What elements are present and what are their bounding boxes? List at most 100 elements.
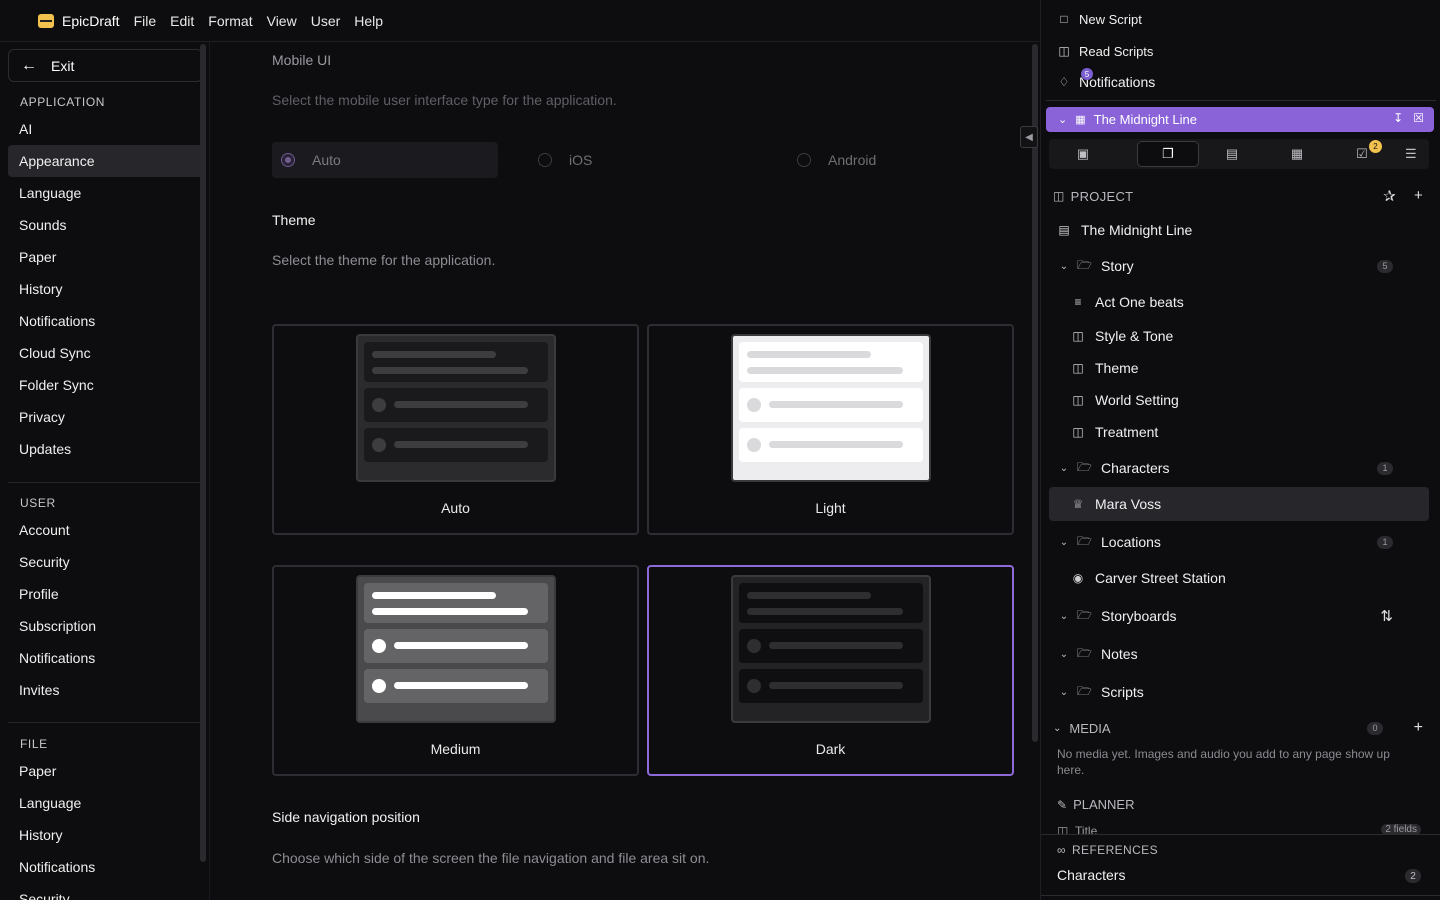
chevron-down-icon[interactable]: ⌄ (1057, 261, 1071, 272)
chevron-down-icon[interactable]: ⌄ (1057, 537, 1071, 548)
tree-item-characters[interactable]: ⌄ 🗁 Characters 1 (1049, 451, 1429, 485)
sliders-icon[interactable]: ☰ (1405, 146, 1417, 162)
app-logo-icon (38, 13, 54, 28)
app-name[interactable]: EpicDraft (62, 13, 120, 29)
notifications-link[interactable]: ♢ 5 Notifications (1057, 68, 1155, 94)
radio-indicator (281, 153, 295, 167)
add-media-icon[interactable]: + (1414, 719, 1423, 737)
sidebar-item-cloud-sync[interactable]: Cloud Sync (8, 337, 203, 369)
sidebar-item-file-notifications[interactable]: Notifications (8, 851, 203, 883)
tree-item-theme[interactable]: ◫ Theme (1049, 351, 1429, 385)
sidebar-item-file-security[interactable]: Security (8, 883, 203, 900)
tab-tasks[interactable]: ☑ 2 (1332, 139, 1392, 169)
sidebar-item-invites[interactable]: Invites (8, 674, 203, 706)
folder-icon: 🗁 (1077, 533, 1092, 548)
radio-auto[interactable]: Auto (272, 142, 498, 178)
theme-title: Theme (272, 212, 316, 228)
sidebar-item-account[interactable]: Account (8, 514, 203, 546)
count-badge: 2 (1405, 869, 1421, 883)
tree-item-style-tone[interactable]: ◫ Style & Tone (1049, 319, 1429, 353)
tab-files[interactable]: ❐ (1137, 141, 1199, 167)
theme-label: Light (815, 500, 846, 516)
chevron-down-icon[interactable]: ⌄ (1057, 649, 1071, 660)
tree-item-act-one-beats[interactable]: ≡ Act One beats (1049, 285, 1429, 319)
content-scrollbar[interactable] (1032, 44, 1038, 742)
tree-item-carver-street-station[interactable]: ◉ Carver Street Station (1049, 561, 1429, 595)
new-script-link[interactable]: □ New Script (1057, 7, 1141, 31)
section-application: APPLICATION AI Appearance Language Sound… (0, 92, 204, 465)
tab-storyboard[interactable]: ▦ (1267, 139, 1327, 169)
theme-card-light[interactable]: Light (647, 324, 1014, 535)
tab-scenes[interactable]: ▤ (1202, 139, 1262, 169)
sidebar-item-subscription[interactable]: Subscription (8, 610, 203, 642)
menu-file[interactable]: File (134, 13, 157, 29)
menu-format[interactable]: Format (208, 13, 252, 29)
tree-item-locations[interactable]: ⌄ 🗁 Locations 1 (1049, 525, 1429, 559)
sidebar-item-security[interactable]: Security (8, 546, 203, 578)
panel-collapse-icon[interactable]: ◀ (1020, 126, 1038, 148)
radio-android[interactable]: Android (797, 142, 876, 178)
sidebar-scrollbar[interactable] (200, 44, 206, 862)
references-section: ∞ REFERENCES Characters 2 (1041, 834, 1440, 896)
reference-item-characters[interactable]: Characters (1057, 867, 1125, 883)
chevron-down-icon[interactable]: ⌄ (1057, 463, 1071, 474)
planner-row-peek[interactable]: ◫ Title 2 fields (1057, 824, 1421, 834)
theme-card-medium[interactable]: Medium (272, 565, 639, 776)
sidebar-item-file-language[interactable]: Language (8, 787, 203, 819)
tree-item-world-setting[interactable]: ◫ World Setting (1049, 383, 1429, 417)
share-icon[interactable]: ✰ (1383, 187, 1396, 205)
tree-label: Mara Voss (1095, 496, 1162, 512)
files-icon: ❐ (1162, 146, 1174, 161)
section-title: APPLICATION (20, 95, 106, 109)
menu-help[interactable]: Help (354, 13, 383, 29)
project-header-label: PROJECT (1070, 188, 1134, 204)
planner-peek-label: Title (1075, 824, 1098, 834)
tree-item-project[interactable]: ▤ The Midnight Line (1049, 213, 1429, 247)
tab-ai[interactable]: ▣ (1053, 139, 1113, 169)
book-open-icon: ◫ (1053, 189, 1065, 203)
plus-icon[interactable]: + (1414, 187, 1423, 205)
references-header: ∞ REFERENCES (1057, 843, 1158, 857)
tree-item-scripts[interactable]: ⌄ 🗁 Scripts (1049, 675, 1429, 709)
sidebar-item-user-notifications[interactable]: Notifications (8, 642, 203, 674)
side-nav-description: Choose which side of the screen the file… (272, 850, 710, 866)
sidebar-item-privacy[interactable]: Privacy (8, 401, 203, 433)
chevron-down-icon[interactable]: ⌄ (1057, 611, 1071, 622)
sidebar-item-sounds[interactable]: Sounds (8, 209, 203, 241)
sidebar-item-updates[interactable]: Updates (8, 433, 203, 465)
tree-item-story[interactable]: ⌄ 🗁 Story 5 (1049, 249, 1429, 283)
sidebar-item-history[interactable]: History (8, 273, 203, 305)
download-icon[interactable]: ↧ (1393, 111, 1403, 125)
theme-card-auto[interactable]: Auto (272, 324, 639, 535)
menu-user[interactable]: User (311, 13, 341, 29)
tree-item-storyboards[interactable]: ⌄ 🗁 Storyboards ⇅ (1049, 599, 1429, 633)
planner-header[interactable]: ✎ PLANNER (1057, 797, 1134, 812)
theme-preview-dark (731, 575, 931, 723)
chevron-down-icon[interactable]: ⌄ (1057, 687, 1071, 698)
radio-ios[interactable]: iOS (538, 142, 592, 178)
sidebar-item-notifications[interactable]: Notifications (8, 305, 203, 337)
exit-button[interactable]: ← Exit (8, 49, 203, 82)
sort-icon[interactable]: ⇅ (1380, 607, 1393, 625)
radio-label: Auto (312, 152, 341, 168)
tree-item-notes[interactable]: ⌄ 🗁 Notes (1049, 637, 1429, 671)
sidebar-item-folder-sync[interactable]: Folder Sync (8, 369, 203, 401)
menu-view[interactable]: View (267, 13, 297, 29)
sidebar-item-file-paper[interactable]: Paper (8, 755, 203, 787)
trash-icon[interactable]: ☒ (1413, 111, 1424, 125)
project-bar[interactable]: ⌄ ▦ The Midnight Line ↧ ☒ (1046, 107, 1434, 132)
sidebar-item-file-history[interactable]: History (8, 819, 203, 851)
chevron-down-icon[interactable]: ⌄ (1053, 723, 1061, 734)
sidebar-item-paper[interactable]: Paper (8, 241, 203, 273)
menu-edit[interactable]: Edit (170, 13, 194, 29)
sidebar-item-ai[interactable]: AI (8, 113, 203, 145)
sidebar-item-profile[interactable]: Profile (8, 578, 203, 610)
sidebar-item-appearance[interactable]: Appearance (8, 145, 203, 177)
sidebar-item-language[interactable]: Language (8, 177, 203, 209)
read-scripts-link[interactable]: ◫ Read Scripts (1057, 39, 1153, 63)
media-header[interactable]: ⌄ MEDIA 0 + (1053, 718, 1423, 738)
tree-item-treatment[interactable]: ◫ Treatment (1049, 415, 1429, 449)
count-badge: 0 (1367, 721, 1383, 735)
theme-card-dark[interactable]: Dark (647, 565, 1014, 776)
tree-item-mara-voss[interactable]: ♕ Mara Voss (1049, 487, 1429, 521)
